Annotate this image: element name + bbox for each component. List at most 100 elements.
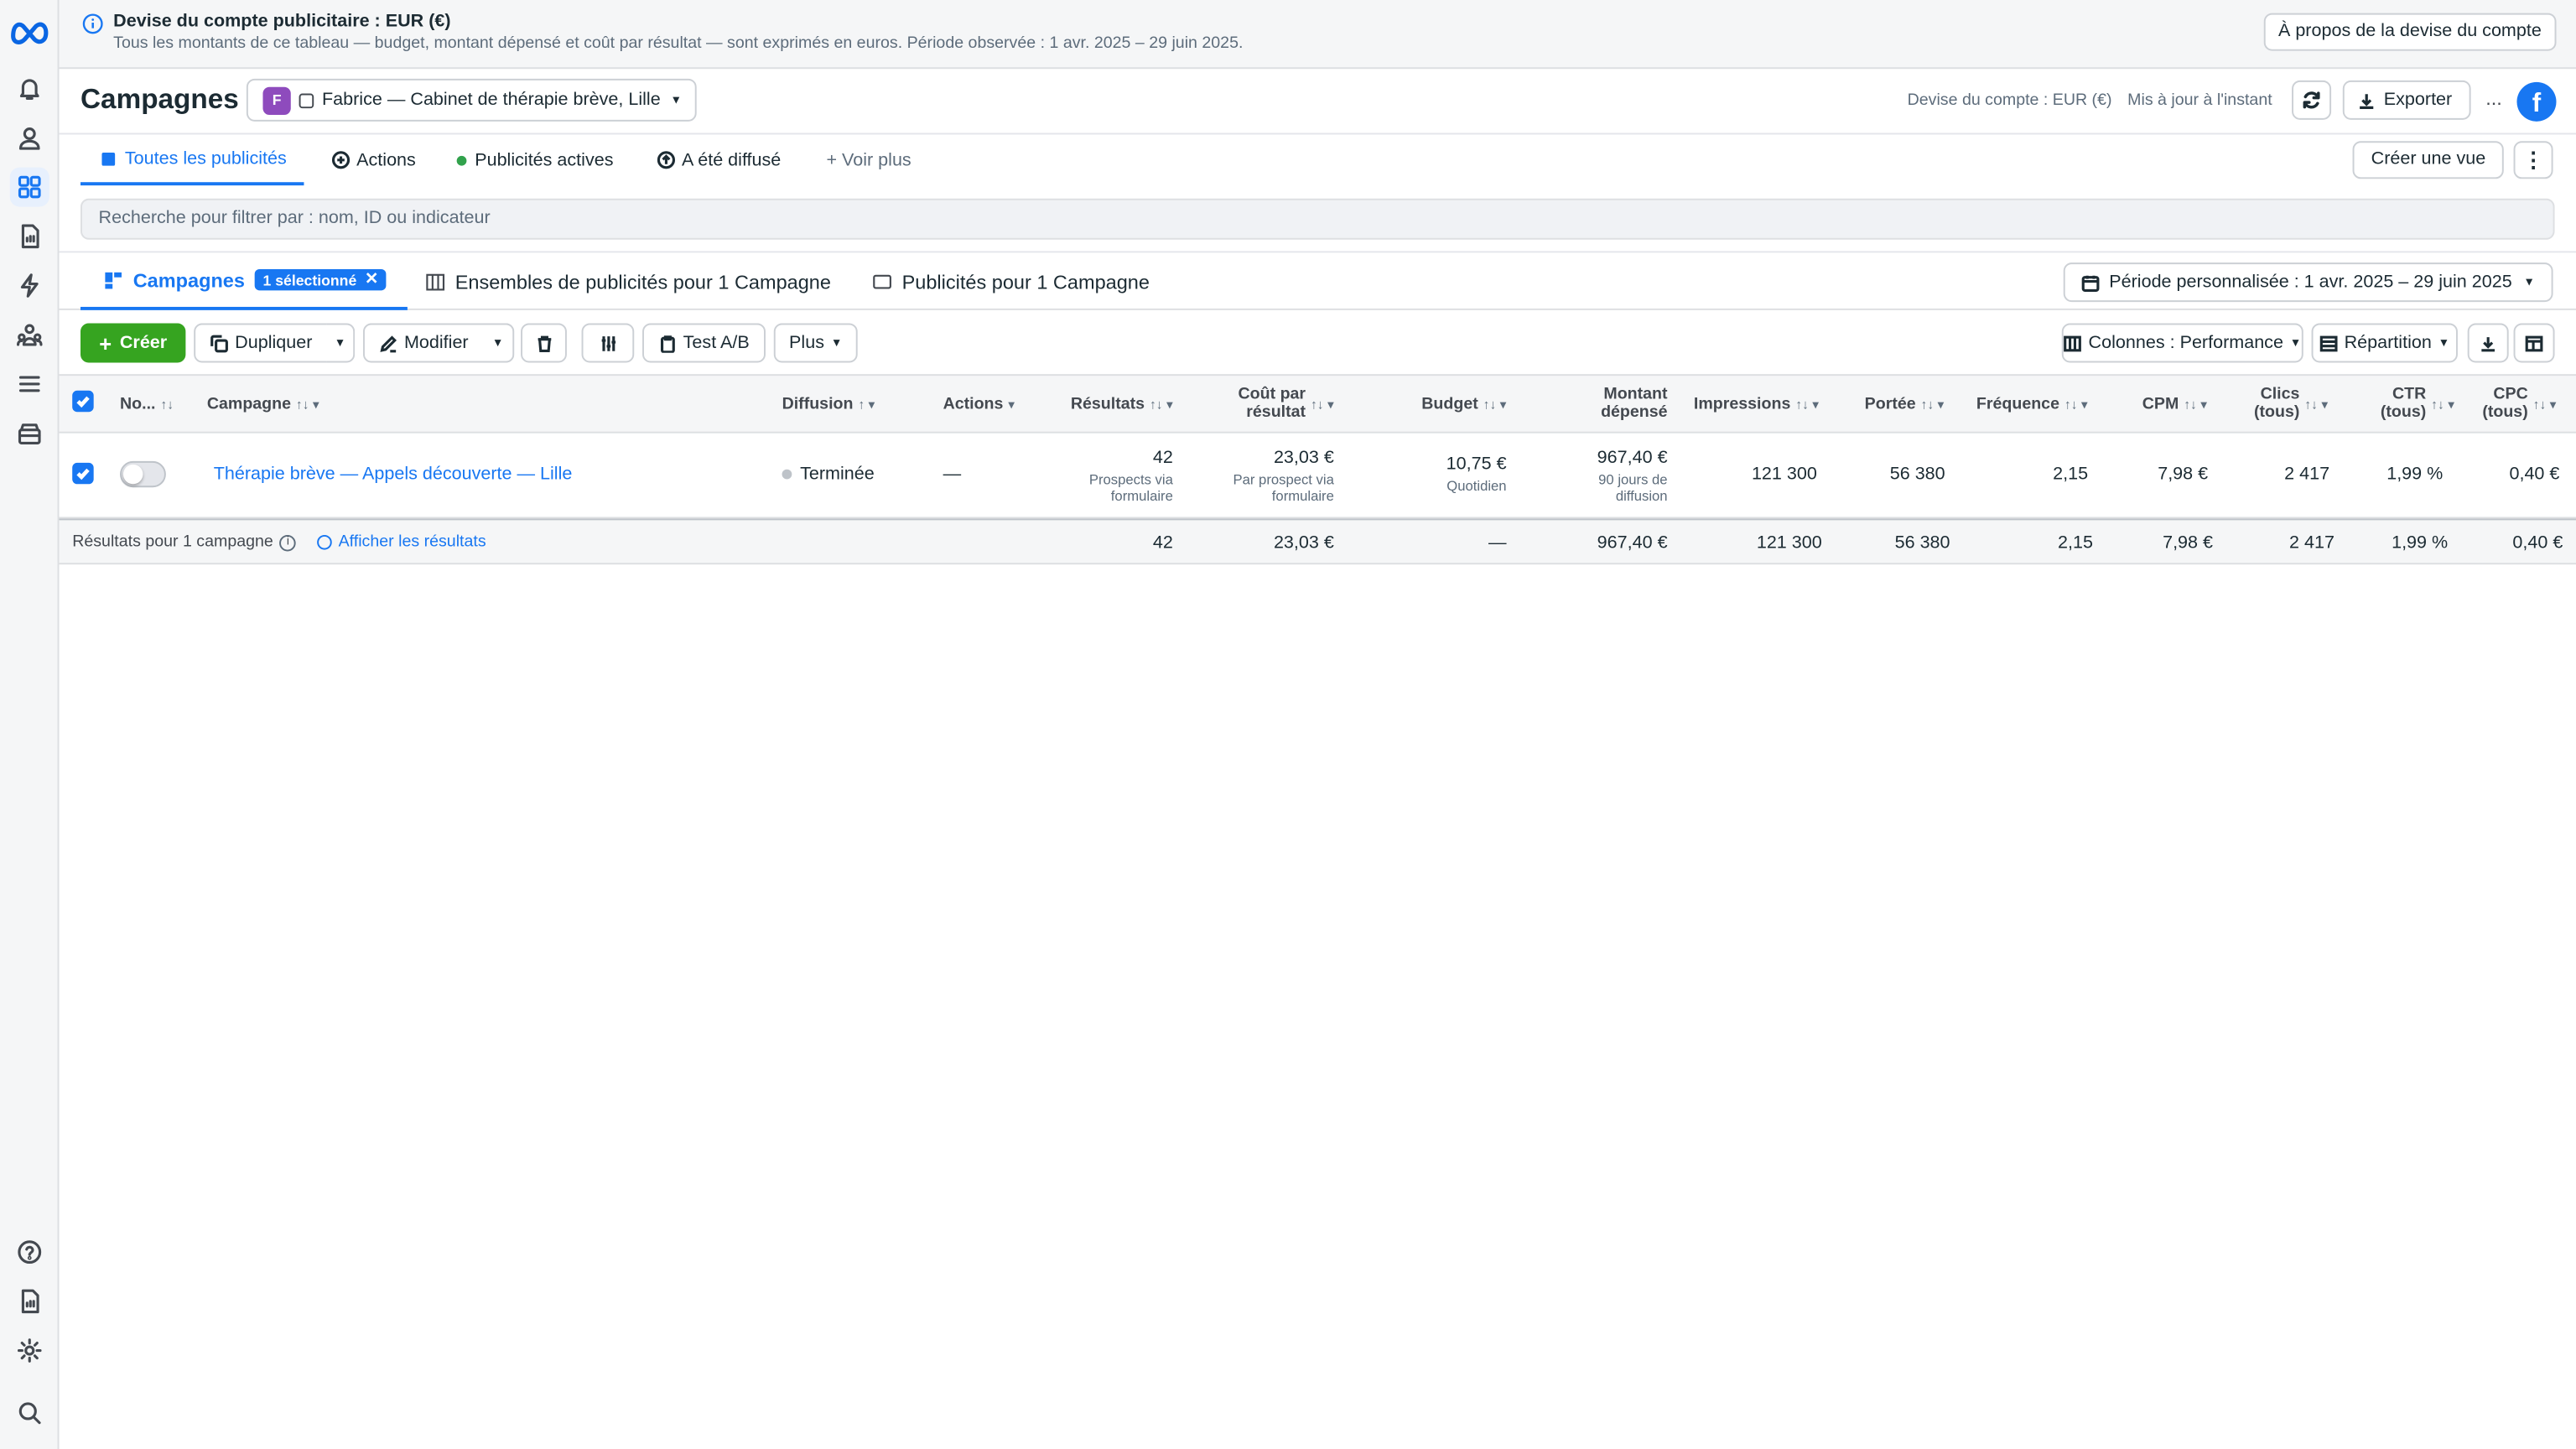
select-all-checkbox[interactable]	[72, 390, 94, 413]
edit-dropdown[interactable]: ▼	[483, 323, 515, 363]
help-icon[interactable]	[10, 1233, 49, 1272]
sort-icon[interactable]: ↑↓ ▾	[1795, 395, 1819, 413]
audiences-icon[interactable]	[10, 315, 49, 355]
col-name[interactable]: No... ↑↓	[120, 376, 174, 432]
delete-button[interactable]	[521, 323, 567, 363]
ads-manager-icon[interactable]	[9, 167, 49, 207]
settings-gear-icon[interactable]	[10, 1331, 49, 1370]
refresh-button[interactable]	[2292, 80, 2332, 120]
row-checkbox[interactable]	[72, 462, 94, 485]
sort-icon[interactable]: ↑↓ ▾	[1921, 395, 1945, 413]
currency-info-button[interactable]: À propos de la devise du compte	[2263, 13, 2557, 51]
tab-see-more[interactable]: + Voir plus	[826, 134, 911, 185]
pencil-icon	[380, 335, 397, 352]
breakdown-button[interactable]: Répartition ▼	[2311, 323, 2458, 363]
col-label: CTR	[2392, 385, 2427, 404]
search-icon[interactable]	[10, 1393, 49, 1432]
tab-actions[interactable]: Actions	[331, 134, 416, 185]
customize-layout-button[interactable]	[2513, 323, 2555, 363]
col-campaign[interactable]: Campagne ↑↓ ▾	[207, 376, 319, 432]
sort-icon[interactable]: ↑↓ ▾	[296, 395, 319, 413]
col-budget[interactable]: Budget ↑↓ ▾	[1374, 376, 1507, 432]
export-table-button[interactable]	[2467, 323, 2509, 363]
chevron-down-icon: ▼	[2523, 276, 2536, 288]
tab-all-ads[interactable]: Toutes les publicités	[80, 134, 305, 186]
tab-label: Publicités actives	[475, 150, 614, 170]
col-cpc[interactable]: CPC (tous) ↑↓ ▾	[2482, 376, 2556, 432]
col-label: Diffusion	[782, 394, 854, 413]
ab-test-button[interactable]: Test A/B	[642, 323, 766, 363]
sort-icon[interactable]: ↑↓ ▾	[1311, 395, 1334, 413]
col-frequency[interactable]: Fréquence ↑↓ ▾	[1976, 376, 2088, 432]
selected-badge[interactable]: 1 sélectionné ✕	[254, 268, 387, 291]
col-actions[interactable]: Actions ▾	[943, 376, 1015, 432]
results-sub: Prospects via formulaire	[1089, 471, 1173, 504]
vertical-dots-icon[interactable]: ⋮	[2513, 141, 2553, 179]
spent-sub-line: diffusion	[1615, 487, 1668, 504]
menu-icon[interactable]	[10, 364, 49, 403]
reports-icon[interactable]	[10, 216, 49, 256]
more-button[interactable]: Plus ▼	[773, 323, 858, 363]
columns-button[interactable]: Colonnes : Performance ▼	[2061, 323, 2303, 363]
create-button[interactable]: + Créer	[80, 323, 186, 363]
spent-sub: 90 jours de diffusion	[1597, 471, 1668, 504]
currency-note: Devise du compte : EUR (€)	[1907, 91, 2112, 111]
refresh-icon	[2303, 91, 2320, 109]
tab-delivered[interactable]: A été diffusé	[657, 134, 781, 185]
tab-ads[interactable]: Publicités pour 1 Campagne	[872, 252, 1150, 309]
all-ads-icon	[101, 152, 116, 165]
tab-active-ads[interactable]: Publicités actives	[456, 134, 614, 185]
col-amount-spent[interactable]: Montant dépensé	[1538, 376, 1668, 432]
account-name: Fabrice — Cabinet de thérapie brève, Lil…	[322, 90, 661, 111]
rules-button[interactable]	[581, 323, 635, 363]
col-results[interactable]: Résultats ↑↓ ▾	[1045, 376, 1173, 432]
sort-icon[interactable]: ↑↓ ▾	[2304, 395, 2328, 413]
close-icon[interactable]: ✕	[365, 271, 378, 289]
col-cost-per-result[interactable]: Coût par résultat ↑↓ ▾	[1192, 376, 1334, 432]
account-icon[interactable]	[10, 118, 49, 158]
sort-icon[interactable]: ↑↓ ▾	[2184, 395, 2207, 413]
sort-icon[interactable]: ↑↓ ▾	[1150, 395, 1173, 413]
automation-icon[interactable]	[10, 266, 49, 305]
info-icon	[82, 13, 103, 34]
duplicate-dropdown[interactable]: ▼	[326, 323, 356, 363]
sort-icon[interactable]: ↑↓ ▾	[2064, 395, 2088, 413]
col-ctr[interactable]: CTR (tous) ↑↓ ▾	[2381, 376, 2454, 432]
sort-icon[interactable]: ↑ ▾	[858, 395, 875, 413]
campaign-name-link[interactable]: Thérapie brève — Appels découverte — Lil…	[214, 465, 573, 484]
col-delivery[interactable]: Diffusion ↑ ▾	[782, 376, 875, 432]
col-cpm[interactable]: CPM ↑↓ ▾	[2142, 376, 2207, 432]
col-reach[interactable]: Portée ↑↓ ▾	[1865, 376, 1945, 432]
tab-adsets[interactable]: Ensembles de publicités pour 1 Campagne	[425, 252, 831, 309]
col-impressions[interactable]: Impressions ↑↓ ▾	[1694, 376, 1819, 432]
info-icon[interactable]: i	[279, 533, 297, 551]
sort-icon[interactable]: ↑↓	[160, 395, 174, 413]
more-options-button[interactable]: ...	[2485, 87, 2502, 110]
export-button[interactable]: Exporter	[2342, 80, 2470, 120]
view-tabs: Toutes les publicités Actions Publicités…	[60, 134, 2576, 187]
col-label: (tous)	[2254, 403, 2300, 422]
currency-banner: Devise du compte publicitaire : EUR (€) …	[59, 0, 2576, 70]
notifications-icon[interactable]	[10, 69, 49, 108]
show-results-link[interactable]: Afficher les résultats	[317, 533, 486, 552]
create-label: Créer	[119, 333, 168, 353]
page-title: Campagnes	[80, 83, 239, 115]
chevron-down-icon[interactable]: ▾	[1008, 395, 1015, 413]
cpr-sub-line: formulaire	[1271, 487, 1334, 504]
business-tools-icon[interactable]	[10, 413, 49, 453]
account-selector[interactable]: F Fabrice — Cabinet de thérapie brève, L…	[246, 78, 697, 122]
col-clicks[interactable]: Clics (tous) ↑↓ ▾	[2254, 376, 2328, 432]
sort-icon[interactable]: ↑↓ ▾	[1483, 395, 1507, 413]
create-view-button[interactable]: Créer une vue	[2353, 141, 2504, 179]
facebook-logo-icon[interactable]: f	[2516, 81, 2557, 122]
table-row[interactable]: Thérapie brève — Appels découverte — Lil…	[59, 434, 2576, 519]
tab-campaigns[interactable]: Campagnes 1 sélectionné ✕	[80, 252, 408, 310]
meta-logo-icon[interactable]	[10, 15, 49, 48]
date-range-picker[interactable]: Période personnalisée : 1 avr. 2025 – 29…	[2063, 262, 2553, 303]
sort-icon[interactable]: ↑↓ ▾	[2431, 395, 2454, 413]
search-input[interactable]: Recherche pour filtrer par : nom, ID ou …	[80, 198, 2555, 240]
sort-icon[interactable]: ↑↓ ▾	[2533, 395, 2557, 413]
check-icon	[76, 396, 90, 408]
campaign-toggle[interactable]	[120, 460, 166, 488]
report-problem-icon[interactable]	[10, 1281, 49, 1321]
